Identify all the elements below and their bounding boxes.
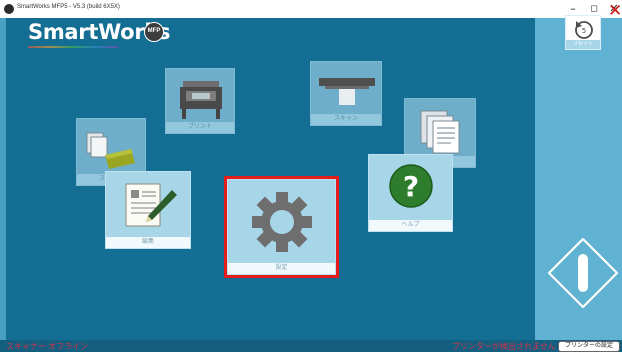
window-title: SmartWorks MFP5 - V5.3 (build 6X5X) [17,4,120,10]
tile-print[interactable]: プリント [165,68,235,134]
help-icon: ? [389,164,433,208]
logo-badge: MFP [144,22,164,42]
svg-text:?: ? [403,170,419,203]
printer-icon [180,81,222,119]
printer-status: プリンターが検出されません [452,342,556,351]
main-area: SmartWorks MFP プリント スキャン 編集 ? ヘルプ 設定 [0,18,622,340]
tile-edit-label: 編集 [106,237,190,248]
tile-scan-label: スキャン [311,114,381,125]
copy-documents-icon [420,110,460,154]
logo: SmartWorks MFP [28,20,171,50]
scanner-status: スキャナー オフライン [6,342,89,351]
status-bar: スキャナー オフライン プリンターが検出されません プリンターの設定 [0,340,622,352]
undo-arrow-icon: 5 [575,21,593,39]
logo-stripe [28,46,118,48]
svg-text:5: 5 [582,27,586,35]
reset-button[interactable]: 5 リセット [565,15,601,50]
edit-document-icon [125,183,177,227]
capture-icon [86,132,135,169]
launcher-panel: SmartWorks MFP プリント スキャン 編集 ? ヘルプ 設定 [6,18,535,340]
reset-label: リセット [566,40,600,49]
tile-scan[interactable]: スキャン [310,61,382,126]
app-icon [4,4,14,14]
tile-print-label: プリント [166,122,234,133]
app-window: SmartWorks MFP5 - V5.3 (build 6X5X) – ◻ … [0,0,622,352]
scroll-handle-icon[interactable] [546,236,620,310]
tile-edit[interactable]: 編集 [105,171,191,249]
tile-help[interactable]: ? ヘルプ [368,154,453,232]
right-panel [535,18,622,340]
selection-highlight [224,176,339,278]
scanner-icon [319,78,375,105]
close-app-button[interactable]: ✕ [608,2,622,20]
printer-settings-button[interactable]: プリンターの設定 [558,341,620,352]
title-bar: SmartWorks MFP5 - V5.3 (build 6X5X) – ◻ … [0,0,622,18]
tile-help-label: ヘルプ [369,220,452,231]
